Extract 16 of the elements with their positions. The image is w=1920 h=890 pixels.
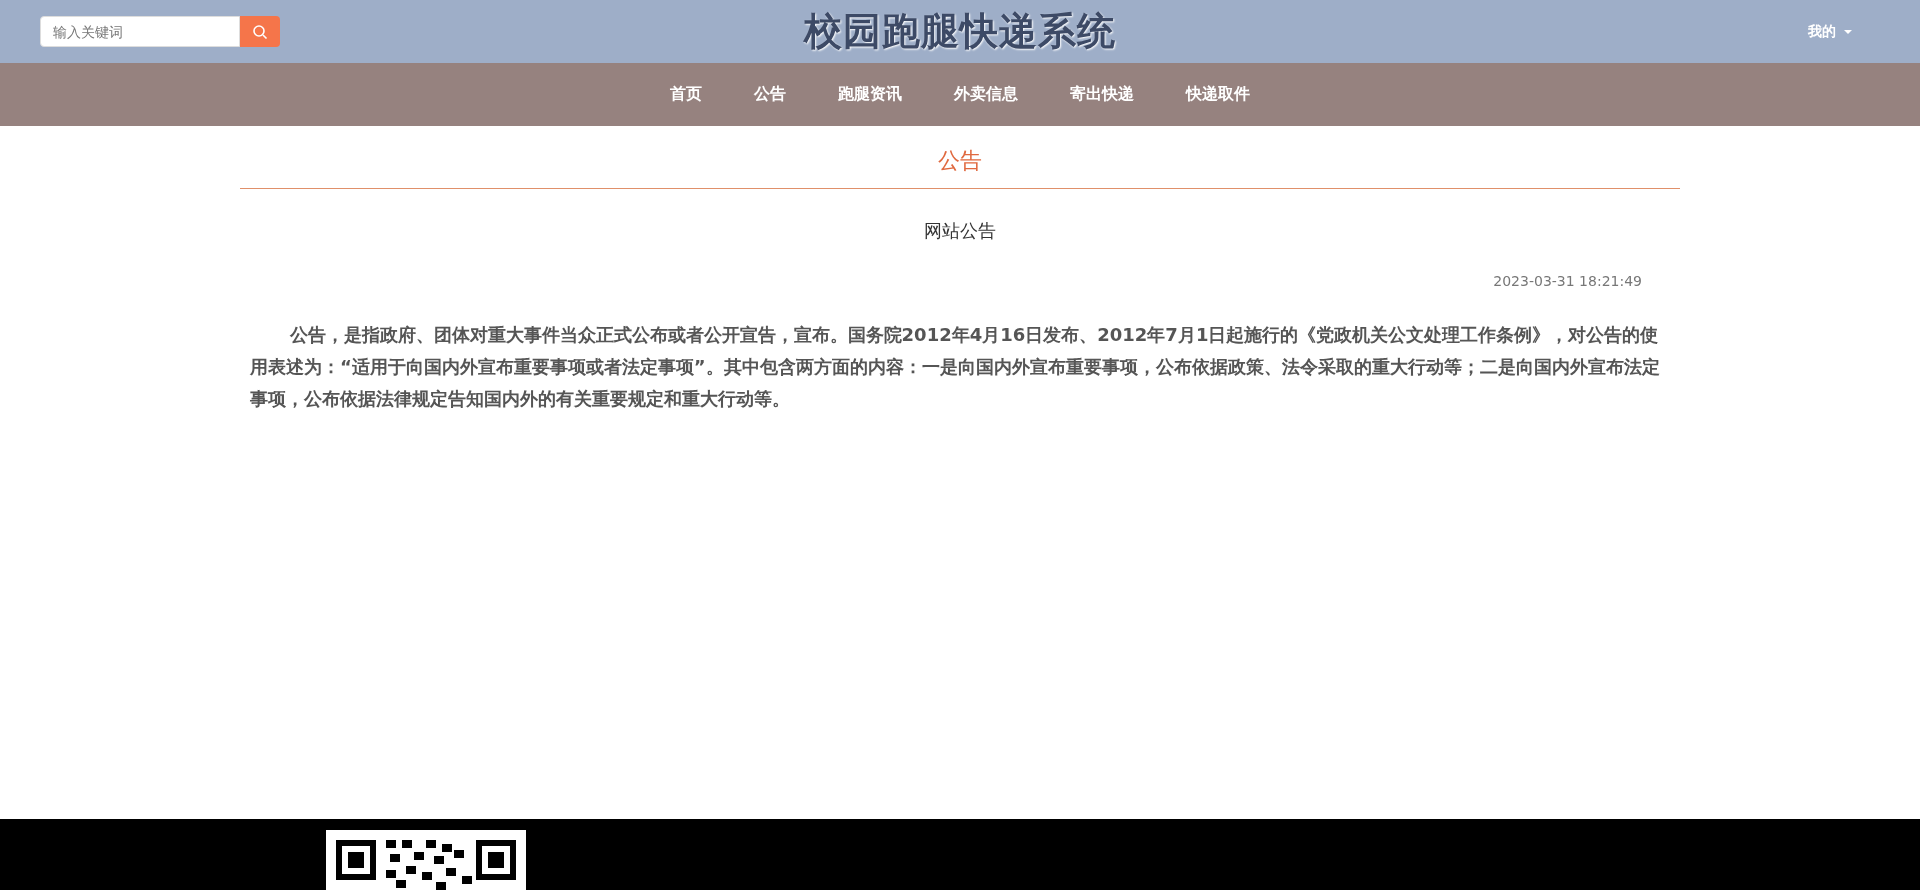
nav-link[interactable]: 公告	[728, 84, 812, 105]
caret-icon	[1844, 29, 1852, 34]
article-title: 网站公告	[923, 219, 997, 243]
nav-link[interactable]: 跑腿资讯	[812, 84, 928, 105]
article-body: 公告，是指政府、团体对重大事件当众正式公布或者公开宣告，宣布。国务院2012年4月16日发布、2012年7月1日起施行的《党政机关公文处理工作条例》，对公告的使用表述为：“适用于向国内外宣布重要事项或者法定事项”。其中包含两方面的内容：一是向国内外宣布重要事项，公布依据政策、法令采取的重大行动等；二是向国内外宣布法定事项，公布依据法律规定告知国内外的有关重要规定和重大行动等。	[249, 323, 1661, 411]
publish-time: 2023-03-31 18:21:49	[1492, 273, 1643, 289]
nav-link[interactable]: 外卖信息	[928, 84, 1044, 105]
nav-link[interactable]: 寄出快递	[1044, 84, 1160, 105]
search-field[interactable]: 输入关键词	[40, 16, 240, 47]
site-title: 校园跑腿快递系统	[804, 8, 1116, 55]
search-icon	[252, 23, 268, 40]
nav-link[interactable]: 快递取件	[1160, 84, 1276, 105]
nav-link[interactable]: 首页	[644, 84, 728, 105]
section-title: 公告	[240, 126, 1680, 189]
user-menu[interactable]: 我的	[1802, 21, 1858, 42]
search-button[interactable]	[240, 16, 280, 47]
